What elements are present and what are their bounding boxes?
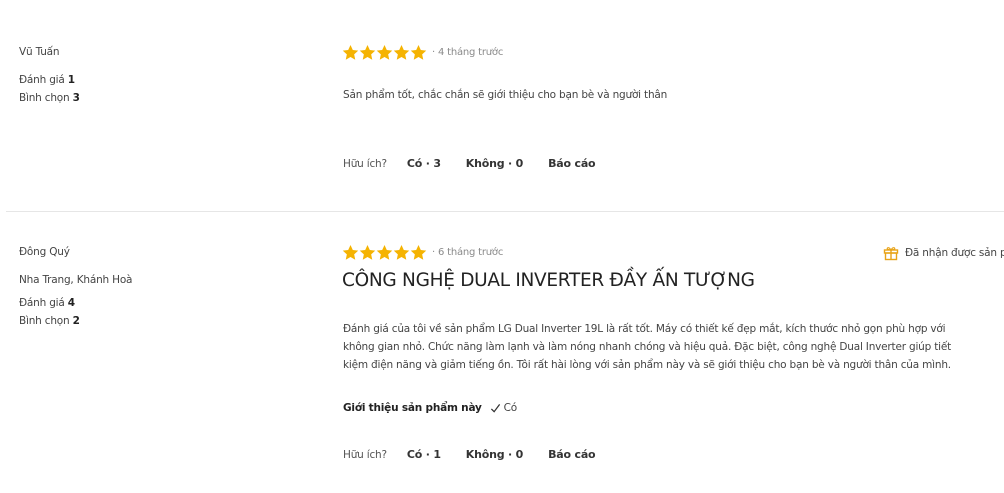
- star-icon: [376, 45, 393, 60]
- product-received-badge: Đã nhận được sản ph: [883, 245, 1004, 261]
- check-icon: [490, 403, 500, 413]
- helpful-no-button[interactable]: Không · 0: [466, 448, 524, 461]
- review-divider: [6, 211, 1004, 212]
- reviewer-location: Nha Trang, Khánh Hoà: [19, 274, 133, 286]
- helpful-question: Hữu ích?: [343, 157, 387, 170]
- reviewer-rating-count: Đánh giá 4: [19, 297, 75, 309]
- star-rating: [342, 244, 427, 261]
- helpful-question: Hữu ích?: [343, 448, 387, 461]
- helpful-yes-button[interactable]: Có · 1: [407, 448, 441, 461]
- reviewer-name: Vũ Tuấn: [19, 46, 60, 58]
- star-icon: [359, 45, 376, 60]
- review-title: CÔNG NGHỆ DUAL INVERTER ĐẦY ẤN TƯỢNG: [342, 270, 755, 291]
- helpful-yes-button[interactable]: Có · 3: [407, 157, 441, 170]
- review-card: Vũ Tuấn Đánh giá 1 Bình chọn 3 · 4 tháng…: [0, 0, 1004, 212]
- helpful-no-button[interactable]: Không · 0: [466, 157, 524, 170]
- gift-icon: [883, 247, 899, 261]
- helpful-bar: Hữu ích? Có · 3 Không · 0 Báo cáo: [343, 157, 620, 170]
- star-icon: [393, 245, 410, 260]
- star-icon: [342, 245, 359, 260]
- recommend-value: Có: [490, 402, 517, 414]
- review-body: Sản phẩm tốt, chắc chắn sẽ giới thiệu ch…: [343, 89, 668, 101]
- star-icon: [410, 245, 427, 260]
- reviewer-name: Đông Quý: [19, 246, 70, 258]
- helpful-bar: Hữu ích? Có · 1 Không · 0 Báo cáo: [343, 448, 620, 461]
- star-icon: [342, 45, 359, 60]
- star-icon: [359, 245, 376, 260]
- reviewer-votes-count: Bình chọn 3: [19, 92, 80, 104]
- review-card: Đông Quý Nha Trang, Khánh Hoà Đánh giá 4…: [0, 213, 1004, 493]
- reviewer-votes-count: Bình chọn 2: [19, 315, 80, 327]
- star-icon: [410, 45, 427, 60]
- report-button[interactable]: Báo cáo: [548, 448, 595, 461]
- recommend-row: Giới thiệu sản phẩm này Có: [343, 402, 517, 414]
- reviewer-rating-count: Đánh giá 1: [19, 74, 75, 86]
- report-button[interactable]: Báo cáo: [548, 157, 595, 170]
- recommend-label: Giới thiệu sản phẩm này: [343, 402, 482, 414]
- review-time: · 4 tháng trước: [432, 47, 504, 58]
- review-time: · 6 tháng trước: [432, 247, 504, 258]
- reviews-page: Vũ Tuấn Đánh giá 1 Bình chọn 3 · 4 tháng…: [0, 0, 1004, 493]
- star-rating: [342, 44, 427, 61]
- star-icon: [376, 245, 393, 260]
- product-received-label: Đã nhận được sản ph: [905, 247, 1004, 259]
- review-body: Đánh giá của tôi về sản phẩm LG Dual Inv…: [343, 323, 952, 371]
- star-icon: [393, 45, 410, 60]
